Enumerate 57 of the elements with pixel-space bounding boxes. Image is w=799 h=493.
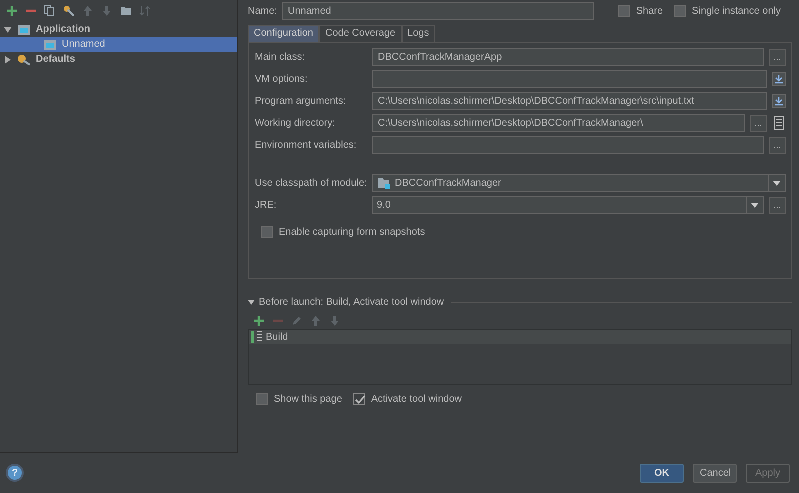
dropdown[interactable]: DBCConfTrackManager — [372, 174, 786, 192]
tab[interactable]: Code Coverage — [319, 25, 402, 42]
field-label: JRE: — [255, 200, 278, 210]
add-icon[interactable] — [6, 5, 18, 17]
expand-icon[interactable] — [772, 94, 786, 108]
build-icon — [251, 331, 263, 343]
dropdown[interactable]: 9.0 — [372, 196, 764, 214]
section-title: Before launch: Build, Activate tool window — [259, 297, 444, 308]
checkbox[interactable] — [353, 393, 366, 405]
caret-icon — [751, 202, 759, 208]
tree-item[interactable]: Defaults — [0, 52, 237, 67]
browse-button[interactable]: ... — [750, 114, 767, 132]
browse-button[interactable]: ... — [769, 48, 786, 66]
field-label: Name: — [248, 6, 278, 16]
collapse-arrow-icon[interactable] — [4, 56, 12, 64]
field-label: Program arguments: — [255, 96, 348, 106]
help-button[interactable]: ? — [6, 464, 24, 482]
window-icon — [17, 24, 31, 36]
tab[interactable]: Configuration — [248, 25, 320, 42]
checkbox[interactable] — [618, 5, 630, 17]
copy-icon[interactable] — [44, 5, 56, 17]
checkbox-label: Activate tool window — [371, 394, 462, 404]
folder-icon[interactable] — [120, 5, 132, 17]
field-label: Working directory: — [255, 118, 336, 128]
input-field[interactable] — [372, 70, 767, 88]
add-icon[interactable] — [253, 315, 265, 327]
expand-icon[interactable] — [772, 72, 786, 86]
checkbox[interactable] — [261, 226, 273, 238]
checkbox[interactable] — [674, 5, 686, 17]
task-item[interactable]: Build — [249, 330, 791, 344]
input-field[interactable] — [372, 136, 764, 154]
input-field[interactable]: C:\Users\nicolas.schirmer\Desktop\DBCConfTrackManager\ — [372, 114, 745, 132]
collapse-arrow-icon[interactable] — [248, 300, 255, 305]
field-label: Environment variables: — [255, 140, 358, 150]
checkbox-label: Show this page — [274, 394, 342, 404]
window-icon — [43, 38, 57, 50]
input-field[interactable]: C:\Users\nicolas.schirmer\Desktop\DBCConfTrackManager\src\input.txt — [372, 92, 767, 110]
input-field[interactable]: DBCConfTrackManagerApp — [372, 48, 764, 66]
expand-arrow-icon[interactable] — [4, 26, 12, 34]
checkbox-label: Enable capturing form snapshots — [279, 226, 426, 238]
folder-icon — [377, 177, 391, 189]
checkbox-label: Single instance only — [692, 6, 781, 16]
caret-icon — [773, 180, 781, 186]
checkbox-label: Share — [636, 6, 664, 16]
document-icon[interactable] — [772, 116, 786, 130]
dialog-button[interactable]: Cancel — [693, 464, 737, 482]
field-label: Use classpath of module: — [255, 178, 367, 188]
tree-item[interactable]: Application — [0, 22, 237, 37]
tab[interactable]: Logs — [402, 25, 436, 42]
field-label: Main class: — [255, 52, 306, 62]
browse-button[interactable]: ... — [769, 136, 786, 154]
tree-item[interactable]: Unnamed — [0, 37, 237, 52]
checkbox[interactable] — [256, 393, 268, 405]
dialog-button[interactable]: OK — [640, 464, 684, 482]
browse-button[interactable]: ... — [769, 196, 786, 214]
name-field[interactable]: Unnamed — [282, 2, 594, 20]
field-label: VM options: — [255, 74, 309, 84]
